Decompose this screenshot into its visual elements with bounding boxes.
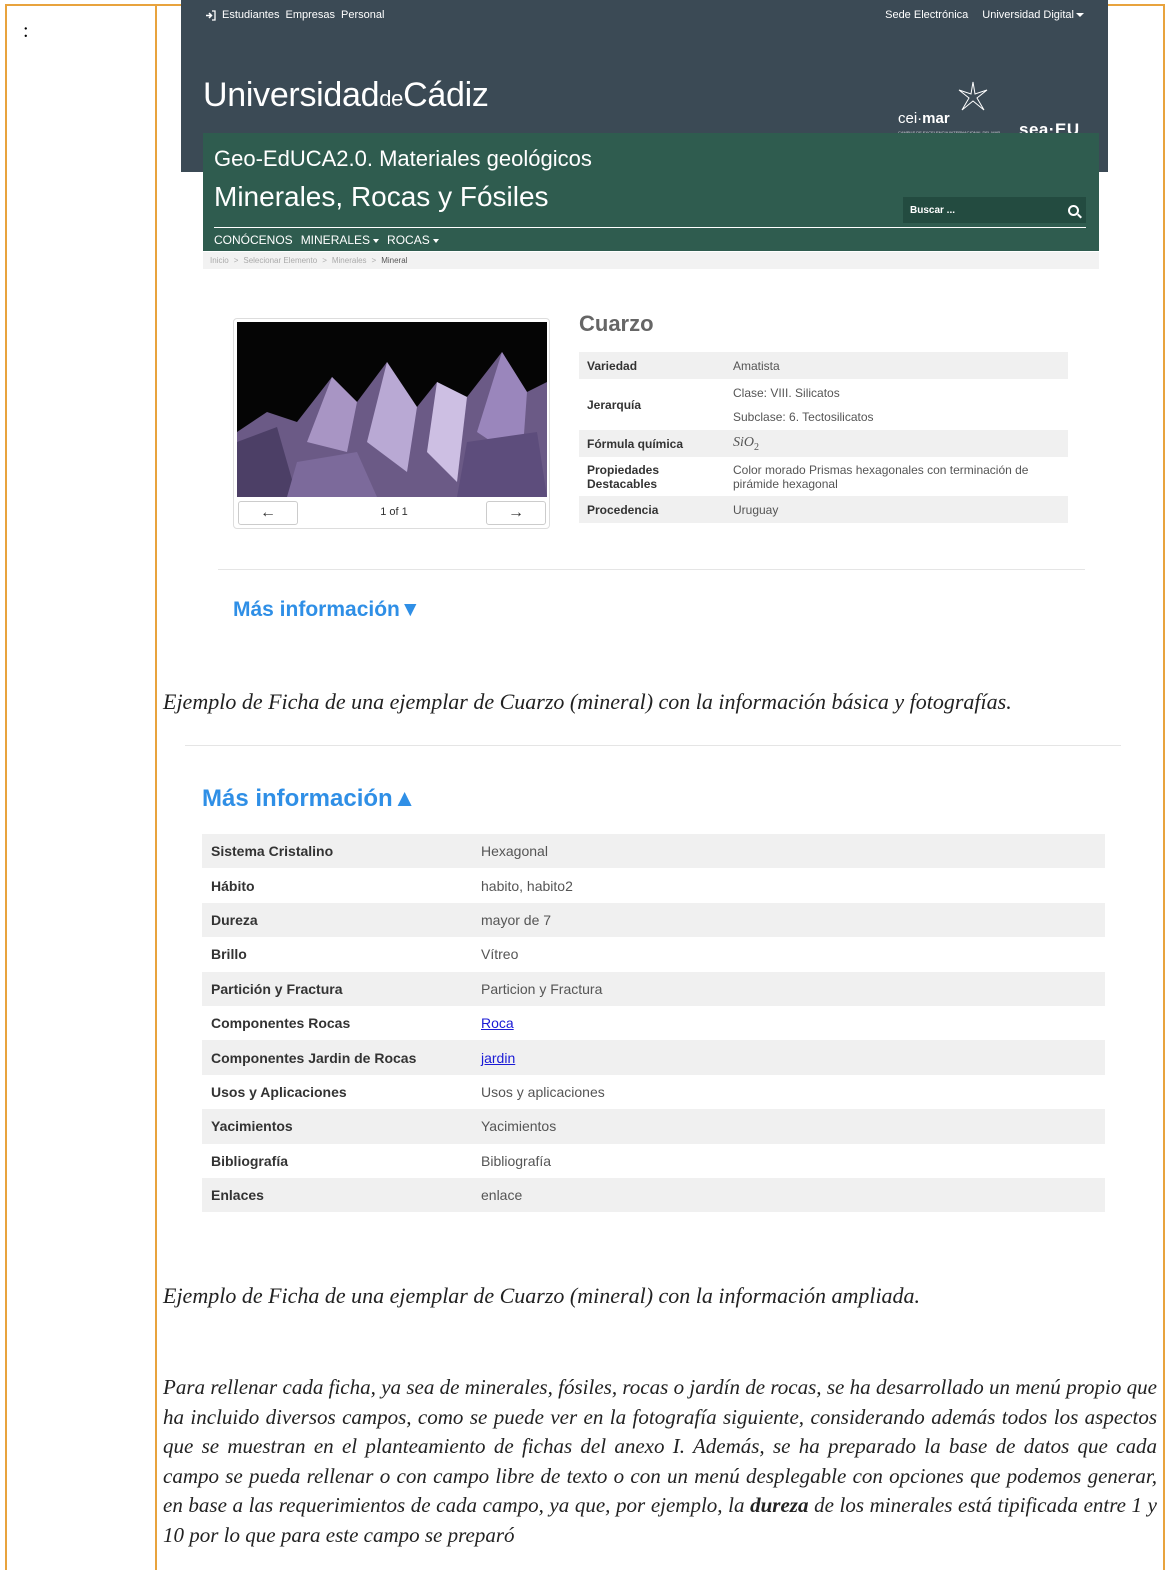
table-row: Procedencia Uruguay — [579, 496, 1068, 523]
section-title: Minerales, Rocas y Fósiles — [214, 181, 549, 212]
body-paragraph: Para rellenar cada ficha, ya sea de mine… — [163, 1375, 1157, 1547]
nav-item-rocas[interactable]: ROCAS — [387, 233, 439, 247]
table-row: Sistema Cristalino Hexagonal — [202, 834, 1105, 869]
login-icon[interactable] — [205, 9, 216, 21]
table-row: Partición y Fractura Particion y Fractura — [202, 971, 1105, 1006]
ceimar-logo[interactable]: cei·mar — [898, 110, 950, 127]
mineral-photo — [237, 322, 547, 497]
table-row: Fórmula química SiO2 — [579, 430, 1068, 457]
table-row: Componentes Rocas Roca — [211, 1015, 514, 1032]
roca-link[interactable]: Roca — [481, 1015, 514, 1031]
table-row: Bibliografía Bibliografía — [211, 1152, 552, 1169]
site-screenshot: Estudiantes Empresas Personal Sede Elect… — [181, 0, 1108, 269]
main-nav: CONÓCENOS MINERALES ROCAS — [214, 233, 439, 247]
table-row: Dureza mayor de 7 — [202, 902, 1105, 938]
table-row: Enlaces enlace — [202, 1177, 1105, 1213]
photo-gallery: ← 1 of 1 → — [233, 318, 550, 529]
basic-info-table: Variedad Amatista Jerarquía Clase: VIII. S… — [579, 352, 1068, 523]
extended-info-table: Sistema Cristalino Hexagonal Hábito habito… — [202, 834, 1105, 1213]
topbar-menu-label: Universidad Digital — [982, 9, 1074, 21]
gallery-next-button[interactable]: → — [486, 501, 546, 525]
breadcrumb-minerales[interactable]: Minerales — [332, 256, 367, 265]
search-box[interactable]: Buscar ... — [903, 197, 1086, 223]
topbar-menu-universidad-digital[interactable]: Universidad Digital — [982, 9, 1084, 21]
nav-item-minerales[interactable]: MINERALES — [301, 233, 380, 247]
topbar-link-personal[interactable]: Personal — [341, 9, 384, 21]
table-row: Yacimientos Yacimientos — [202, 1109, 1105, 1144]
breadcrumb-current: Mineral — [381, 256, 408, 265]
caret-down-icon — [1076, 13, 1084, 18]
table-row: Variedad Amatista — [579, 352, 1068, 379]
topbar-link-estudiantes[interactable]: Estudiantes — [222, 9, 279, 21]
divider — [218, 569, 1085, 570]
breadcrumb-inicio[interactable]: Inicio — [210, 256, 229, 265]
project-title: Geo-EdUCA2.0. Materiales geológicos — [214, 146, 592, 171]
figure-caption-basic: Ejemplo de Ficha de una ejemplar de Cuar… — [163, 689, 1012, 714]
table-row: Componentes Jardin de Rocas jardin — [202, 1040, 1105, 1075]
topbar-link-sede[interactable]: Sede Electrónica — [885, 9, 968, 21]
gallery-counter: 1 of 1 — [380, 506, 408, 518]
breadcrumb: Inicio > Selecionar Elemento > Minerales > … — [203, 252, 1099, 269]
university-logo-text[interactable]: UniversidaddeCádiz — [203, 76, 489, 115]
more-info-toggle-collapsed[interactable]: Más información▼ — [233, 598, 421, 622]
project-header: Geo-EdUCA2.0. Materiales geológicos Mine… — [203, 133, 1099, 251]
row-label: : — [23, 20, 29, 42]
ceimar-star-icon — [958, 81, 988, 111]
table-row: Propiedades Destacables Color morado Prism… — [587, 462, 1029, 491]
column-divider — [155, 6, 157, 1570]
figure-caption-extended: Ejemplo de Ficha de una ejemplar de Cuar… — [163, 1283, 921, 1308]
header-rule — [214, 227, 1086, 228]
search-input[interactable]: Buscar ... — [910, 205, 955, 216]
gallery-prev-button[interactable]: ← — [238, 501, 298, 525]
mineral-name: Cuarzo — [579, 311, 654, 336]
table-row: Brillo Vítreo — [211, 946, 519, 963]
jardin-link[interactable]: jardin — [481, 1050, 515, 1066]
caret-down-icon — [432, 238, 439, 243]
chemical-formula: SiO2 — [733, 434, 759, 453]
breadcrumb-seleccionar[interactable]: Selecionar Elemento — [243, 256, 317, 265]
more-info-toggle-expanded[interactable]: Más información▲ — [202, 785, 416, 813]
divider — [185, 745, 1121, 746]
amethyst-crystal-image — [237, 352, 547, 497]
caret-down-icon — [373, 238, 380, 243]
search-icon[interactable] — [1068, 204, 1079, 216]
top-bar: Estudiantes Empresas Personal Sede Elect… — [181, 0, 1108, 30]
topbar-link-empresas[interactable]: Empresas — [285, 9, 335, 21]
table-row: Hábito habito, habito2 — [211, 877, 573, 894]
table-row: Usos y Aplicaciones Usos y aplicaciones — [211, 1083, 605, 1100]
table-row: Jerarquía Clase: VIII. Silicatos Subclase:… — [587, 385, 874, 424]
nav-item-conocenos[interactable]: CONÓCENOS — [214, 233, 293, 247]
